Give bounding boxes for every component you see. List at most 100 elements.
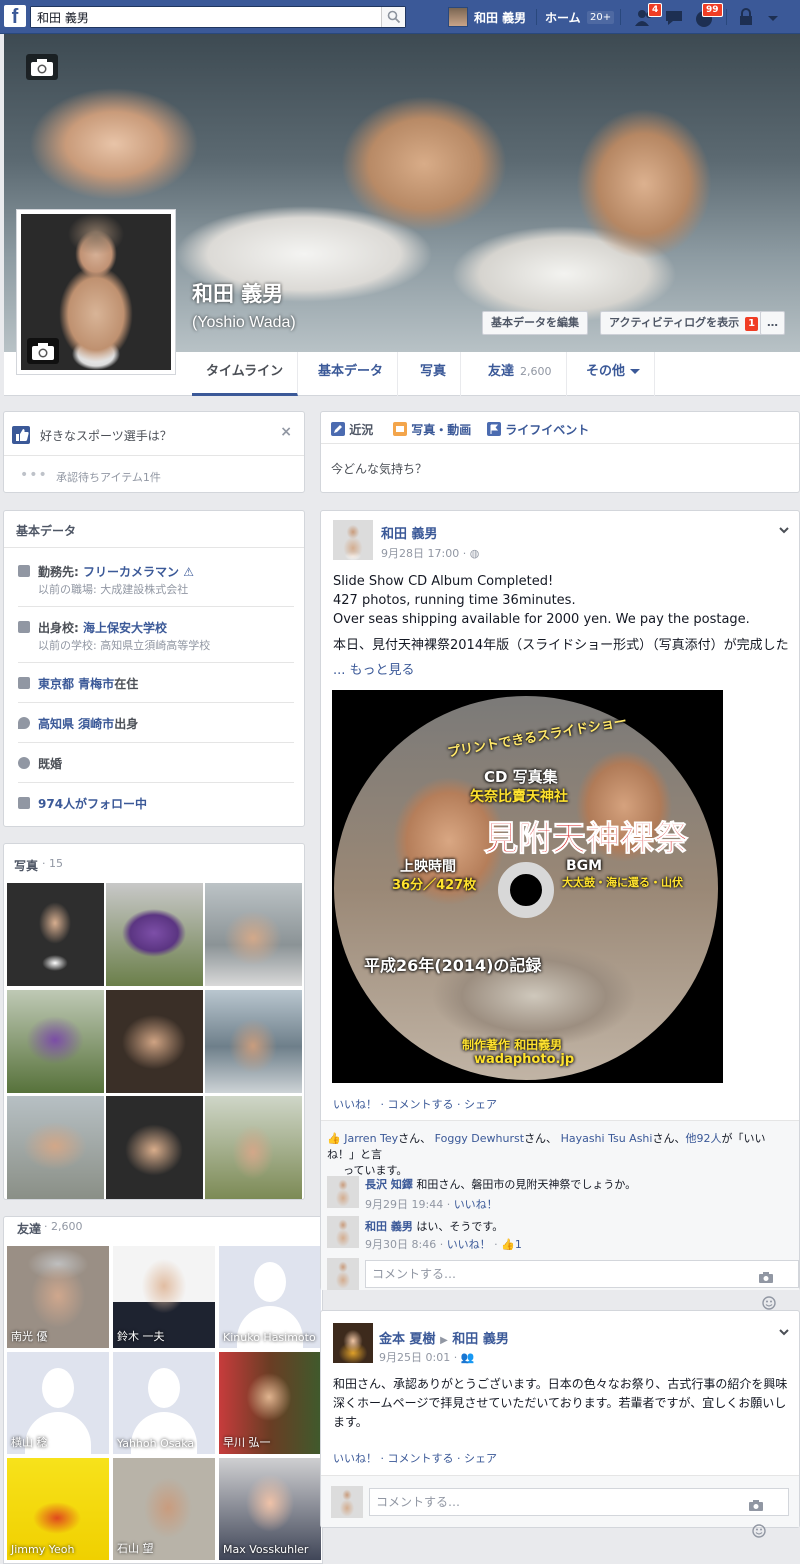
photo-thumbnail[interactable] (106, 1096, 203, 1199)
composer-input[interactable]: 今どんな気持ち？ (331, 460, 427, 477)
comment-like-count[interactable]: 👍1 (501, 1238, 522, 1251)
composer-tab-photo[interactable]: 写真・動画 (393, 421, 471, 438)
commenter-avatar[interactable] (327, 1176, 359, 1208)
camera-icon[interactable] (748, 1498, 764, 1512)
friend-tile[interactable]: 鈴木 一夫 (113, 1246, 215, 1348)
friend-tile[interactable]: 南光 優 (7, 1246, 109, 1348)
post-author-name[interactable]: 和田 義男 (381, 523, 438, 542)
comments-section: コメントする… (321, 1475, 799, 1538)
friend-name: 横山 稔 (11, 1436, 48, 1449)
profile-camera-button[interactable] (27, 338, 59, 364)
photo-thumbnail[interactable] (205, 990, 302, 1093)
cd-album-image[interactable]: プリントできるスライドショー CD 写真集 矢奈比賣天神社 見附天神裸祭 上映時… (332, 690, 723, 1083)
emoji-icon[interactable] (762, 1296, 776, 1310)
warning-icon[interactable]: ⚠ (183, 565, 194, 579)
info-relationship: 既婚 (18, 755, 294, 783)
home-link[interactable]: ホーム (545, 9, 581, 26)
friend-tile[interactable]: 横山 稔 (7, 1352, 109, 1454)
school-link[interactable]: 海上保安大学校 (83, 621, 167, 635)
post-author-name[interactable]: 金本 夏樹 (379, 1332, 436, 1347)
from-link[interactable]: 高知県 須崎市 (38, 717, 114, 731)
like-person-link[interactable]: Foggy Dewhurst (435, 1132, 524, 1145)
profile-picture-frame[interactable] (16, 209, 176, 375)
chevron-down-icon[interactable] (779, 1327, 789, 1337)
photo-thumbnail[interactable] (106, 990, 203, 1093)
post-timestamp[interactable]: 9月28日 17:00 · ◍ (381, 545, 479, 561)
friend-tile[interactable]: Max Vosskuhler (219, 1458, 321, 1560)
photo-thumbnail[interactable] (7, 1096, 104, 1199)
friend-tile[interactable]: Jimmy Yeoh (7, 1458, 109, 1560)
about-card-title[interactable]: 基本データ (16, 522, 76, 539)
search-button[interactable] (381, 7, 405, 27)
tab-about[interactable]: 基本データ (304, 352, 399, 396)
search-input[interactable] (31, 7, 371, 27)
prompt-question[interactable]: 好きなスポーツ選手は？ (40, 427, 172, 444)
see-more-link[interactable]: ... もっと見る (333, 661, 415, 680)
composer-tab-life-event[interactable]: ライフイベント (487, 421, 589, 438)
tab-more-label: その他 (586, 364, 626, 379)
post-actions[interactable]: いいね！ · コメントする · シェア (333, 1096, 497, 1112)
comment-input[interactable]: コメントする… (369, 1488, 789, 1538)
pending-items-link[interactable]: 承認待ちアイテム1件 (56, 469, 161, 485)
friend-tile[interactable]: 早川 弘一 (219, 1352, 321, 1454)
tab-friends[interactable]: 友達 2,600 (474, 352, 567, 396)
emoji-icon[interactable] (752, 1524, 766, 1538)
commenter-avatar[interactable] (327, 1216, 359, 1248)
post-time: 9月25日 0:01 · (379, 1351, 461, 1364)
comment-time[interactable]: 9月29日 19:44 · (365, 1198, 454, 1211)
work-link[interactable]: フリーカメラマン (83, 565, 179, 579)
friend-requests-button[interactable]: 4 (634, 3, 663, 28)
comment-input[interactable]: コメントする… (365, 1260, 799, 1310)
messages-button[interactable] (664, 8, 686, 28)
comment-box-icons (748, 1495, 784, 1538)
camera-icon[interactable] (758, 1270, 774, 1284)
facebook-logo-icon[interactable]: f (4, 5, 26, 28)
comment-like-link[interactable]: いいね！ (447, 1238, 491, 1251)
tab-more[interactable]: その他 (572, 352, 655, 396)
chevron-down-icon[interactable] (779, 525, 789, 535)
comment-like-count-value: 1 (514, 1238, 522, 1251)
cover-camera-button[interactable] (26, 54, 58, 80)
photos-card-title[interactable]: 写真 (14, 857, 38, 874)
more-options-button[interactable]: … (760, 311, 785, 335)
activity-log-button[interactable]: アクティビティログを表示 1 (600, 311, 764, 335)
photo-thumbnail[interactable] (205, 1096, 302, 1199)
post-timestamp[interactable]: 9月25日 0:01 · 👥 (379, 1349, 474, 1365)
topbar-profile-link[interactable]: 和田 義男 (448, 7, 526, 27)
close-icon[interactable]: × (280, 424, 292, 440)
edit-about-button[interactable]: 基本データを編集 (482, 311, 588, 335)
comment-like-link[interactable]: いいね！ (454, 1198, 498, 1211)
likes-others-link[interactable]: 他92人 (685, 1132, 721, 1145)
privacy-shortcuts-button[interactable] (738, 8, 760, 28)
photo-thumbnail[interactable] (7, 883, 104, 986)
followers-link[interactable]: 974人がフォロー中 (38, 795, 147, 812)
post-author-avatar[interactable] (333, 1323, 373, 1363)
settings-menu-button[interactable] (766, 8, 788, 28)
like-person-link[interactable]: Hayashi Tsu Ashi (561, 1132, 653, 1145)
profile-name[interactable]: 和田 義男 (192, 278, 283, 308)
photo-thumbnail[interactable] (106, 883, 203, 986)
friend-tile[interactable]: Yahhoh Osaka (113, 1352, 215, 1454)
photo-thumbnail[interactable] (205, 883, 302, 986)
post-author-avatar[interactable] (333, 520, 373, 560)
tab-timeline[interactable]: タイムライン (192, 352, 299, 396)
post-actions[interactable]: いいね！ · コメントする · シェア (333, 1450, 497, 1466)
comment-author[interactable]: 長沢 知鐸 (365, 1178, 413, 1191)
post-target-name[interactable]: 和田 義男 (452, 1332, 509, 1347)
friend-name: Max Vosskuhler (223, 1543, 309, 1556)
comment-author[interactable]: 和田 義男 (365, 1220, 413, 1233)
lives-link[interactable]: 東京都 青梅市 (38, 677, 114, 691)
friend-tile[interactable]: 石山 望 (113, 1458, 215, 1560)
lives-line: 東京都 青梅市在住 (38, 675, 138, 692)
cd-bgm-label: BGM (566, 858, 603, 874)
comment-time[interactable]: 9月30日 8:46 · (365, 1238, 447, 1251)
friends-card-title[interactable]: 友達 (17, 1220, 41, 1237)
tab-photos[interactable]: 写真 (406, 352, 462, 396)
flag-icon (487, 422, 501, 436)
photo-thumbnail[interactable] (7, 990, 104, 1093)
composer-tab-status[interactable]: 近況 (331, 421, 373, 438)
friends-audience-icon: 👥 (460, 1351, 475, 1364)
notifications-button[interactable]: 99 (694, 3, 723, 28)
like-person-link[interactable]: Jarren Tey (344, 1132, 398, 1145)
friend-tile[interactable]: Kinuko Hasimoto (219, 1246, 321, 1348)
